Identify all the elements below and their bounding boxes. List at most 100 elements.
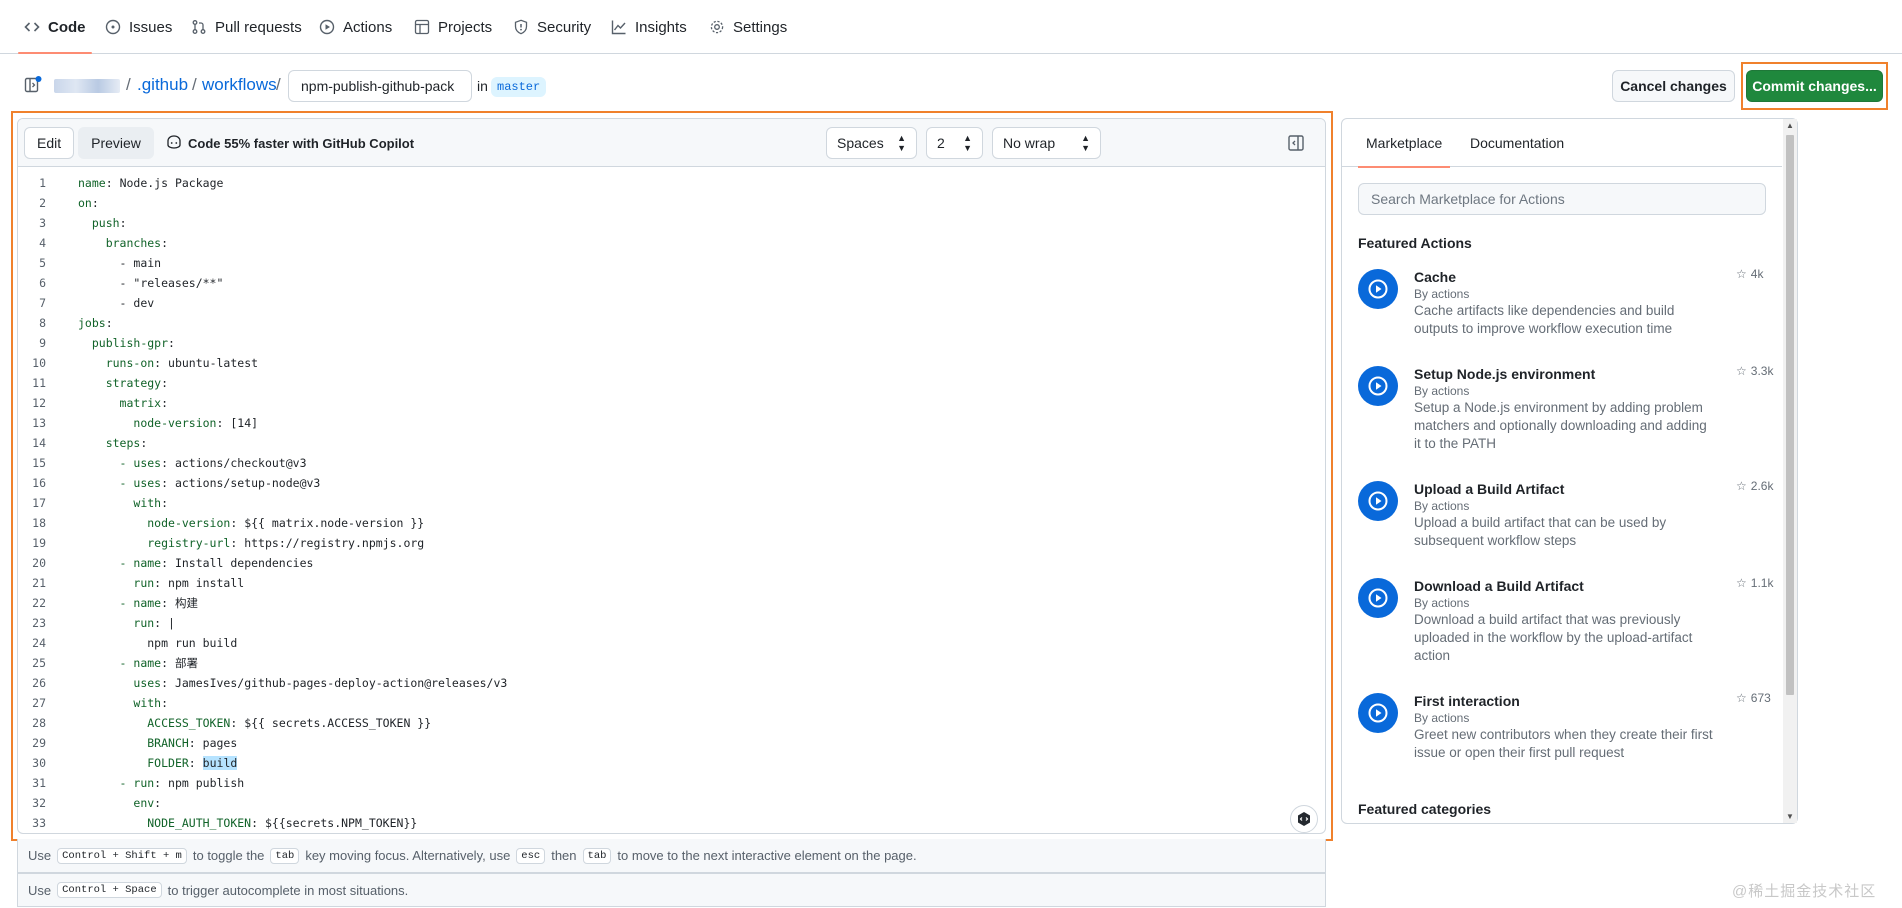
code-line[interactable]: 22 - name: 构建 (18, 593, 1325, 613)
action-title[interactable]: Setup Node.js environment (1414, 366, 1595, 382)
yaml-value: npm publish (161, 776, 245, 790)
indent-size-select[interactable]: 2 ▲ ▼ (926, 127, 983, 159)
scroll-up-icon[interactable]: ▲ (1786, 121, 1794, 130)
star-count: 673 (1750, 691, 1771, 705)
featured-actions-heading: Featured Actions (1358, 235, 1472, 251)
tab-security[interactable]: Security (513, 0, 591, 54)
code-line[interactable]: 30 FOLDER: build (18, 753, 1325, 773)
wrap-mode-select[interactable]: No wrap ▲ ▼ (992, 127, 1101, 159)
indent-mode-select[interactable]: Spaces ▲ ▼ (826, 127, 917, 159)
code-line[interactable]: 20 - name: Install dependencies (18, 553, 1325, 573)
code-line[interactable]: 11 strategy: (18, 373, 1325, 393)
code-line[interactable]: 8 jobs: (18, 313, 1325, 333)
yaml-key: - name (119, 656, 162, 670)
code-line[interactable]: 5 - main (18, 253, 1325, 273)
code-line[interactable]: 9 publish-gpr: (18, 333, 1325, 353)
marketplace-search-input[interactable] (1358, 183, 1766, 215)
code-line[interactable]: 6 - "releases/**" (18, 273, 1325, 293)
code-line[interactable]: 33 NODE_AUTH_TOKEN: ${{secrets.NPM_TOKEN… (18, 813, 1325, 833)
line-number: 10 (32, 356, 46, 370)
yaml-key: matrix (119, 396, 162, 410)
code-line[interactable]: 23 run: | (18, 613, 1325, 633)
tab-insights[interactable]: Insights (611, 0, 687, 54)
code-line[interactable]: 16 - uses: actions/setup-node@v3 (18, 473, 1325, 493)
kbd-tab: tab (582, 847, 612, 864)
line-number: 24 (32, 636, 46, 650)
code-line[interactable]: 26 uses: JamesIves/github-pages-deploy-a… (18, 673, 1325, 693)
code-line[interactable]: 14 steps: (18, 433, 1325, 453)
action-title[interactable]: First interaction (1414, 693, 1520, 709)
tab-projects[interactable]: Projects (414, 0, 492, 54)
tab-settings[interactable]: Settings (709, 0, 787, 54)
code-line[interactable]: 7 - dev (18, 293, 1325, 313)
code-line[interactable]: 31 - run: npm publish (18, 773, 1325, 793)
code-line[interactable]: 24 npm run build (18, 633, 1325, 653)
line-number: 12 (32, 396, 46, 410)
gear-icon (709, 19, 725, 35)
yaml-value: 部署 (168, 656, 198, 670)
action-title[interactable]: Upload a Build Artifact (1414, 481, 1564, 497)
line-code: with: (78, 493, 168, 513)
code-line[interactable]: 18 node-version: ${{ matrix.node-version… (18, 513, 1325, 533)
code-line[interactable]: 17 with: (18, 493, 1325, 513)
tab-marketplace[interactable]: Marketplace (1357, 119, 1451, 168)
commit-changes-button[interactable]: Commit changes... (1746, 70, 1883, 102)
tab-actions[interactable]: Actions (319, 0, 392, 54)
code-line[interactable]: 27 with: (18, 693, 1325, 713)
copilot-promo[interactable]: Code 55% faster with GitHub Copilot (166, 135, 414, 152)
code-line[interactable]: 10 runs-on: ubuntu-latest (18, 353, 1325, 373)
tab-issues[interactable]: Issues (105, 0, 172, 54)
action-stars: ☆ 3.3k (1736, 364, 1773, 378)
select-caret-icon: ▲ ▼ (963, 133, 972, 153)
edit-tab-button[interactable]: Edit (24, 127, 75, 159)
code-line[interactable]: 29 BRANCH: pages (18, 733, 1325, 753)
breadcrumb-workflows-folder[interactable]: workflows (202, 75, 277, 95)
line-code: npm run build (78, 633, 237, 653)
kbd-esc: esc (516, 847, 546, 864)
scrollbar-thumb[interactable] (1786, 135, 1794, 695)
action-title[interactable]: Download a Build Artifact (1414, 578, 1584, 594)
code-line[interactable]: 4 branches: (18, 233, 1325, 253)
code-line[interactable]: 1 name: Node.js Package (18, 173, 1325, 193)
action-title[interactable]: Cache (1414, 269, 1456, 285)
file-tree-toggle-icon[interactable] (24, 76, 42, 94)
line-code: - name: 部署 (78, 653, 198, 673)
code-line[interactable]: 15 - uses: actions/checkout@v3 (18, 453, 1325, 473)
breadcrumb-github-folder[interactable]: .github (137, 75, 188, 95)
code-line[interactable]: 19 registry-url: https://registry.npmjs.… (18, 533, 1325, 553)
graph-icon (611, 19, 627, 35)
play-icon (1358, 578, 1398, 618)
code-line[interactable]: 28 ACCESS_TOKEN: ${{ secrets.ACCESS_TOKE… (18, 713, 1325, 733)
code-line[interactable]: 13 node-version: [14] (18, 413, 1325, 433)
repo-name-redacted[interactable] (54, 79, 120, 93)
code-line[interactable]: 32 env: (18, 793, 1325, 813)
cancel-changes-button[interactable]: Cancel changes (1612, 70, 1735, 102)
scroll-down-icon[interactable]: ▼ (1786, 812, 1794, 821)
preview-tab-button[interactable]: Preview (78, 127, 154, 159)
issue-icon (105, 19, 121, 35)
tab-documentation[interactable]: Documentation (1470, 119, 1564, 167)
code-line[interactable]: 21 run: npm install (18, 573, 1325, 593)
yaml-colon: : (161, 476, 169, 490)
code-line[interactable]: 3 push: (18, 213, 1325, 233)
filename-input[interactable] (288, 70, 472, 102)
copilot-chat-icon[interactable] (1290, 805, 1318, 833)
line-code: run: npm install (78, 573, 244, 593)
sidebar-toggle-icon[interactable] (1286, 133, 1306, 153)
code-line[interactable]: 25 - name: 部署 (18, 653, 1325, 673)
yaml-key: FOLDER (147, 756, 189, 770)
tab-code[interactable]: Code (18, 0, 91, 54)
yaml-colon: : (161, 396, 169, 410)
action-stars: ☆ 673 (1736, 691, 1771, 705)
code-line[interactable]: 12 matrix: (18, 393, 1325, 413)
code-content[interactable]: 1 name: Node.js Package 2 on: 3 push: 4 branc… (18, 167, 1325, 833)
code-line[interactable]: 2 on: (18, 193, 1325, 213)
tab-pull-requests[interactable]: Pull requests (191, 0, 302, 54)
line-number: 29 (32, 736, 46, 750)
sidebar-scrollbar[interactable]: ▲ ▼ (1783, 119, 1797, 823)
line-code: - run: npm publish (78, 773, 245, 793)
